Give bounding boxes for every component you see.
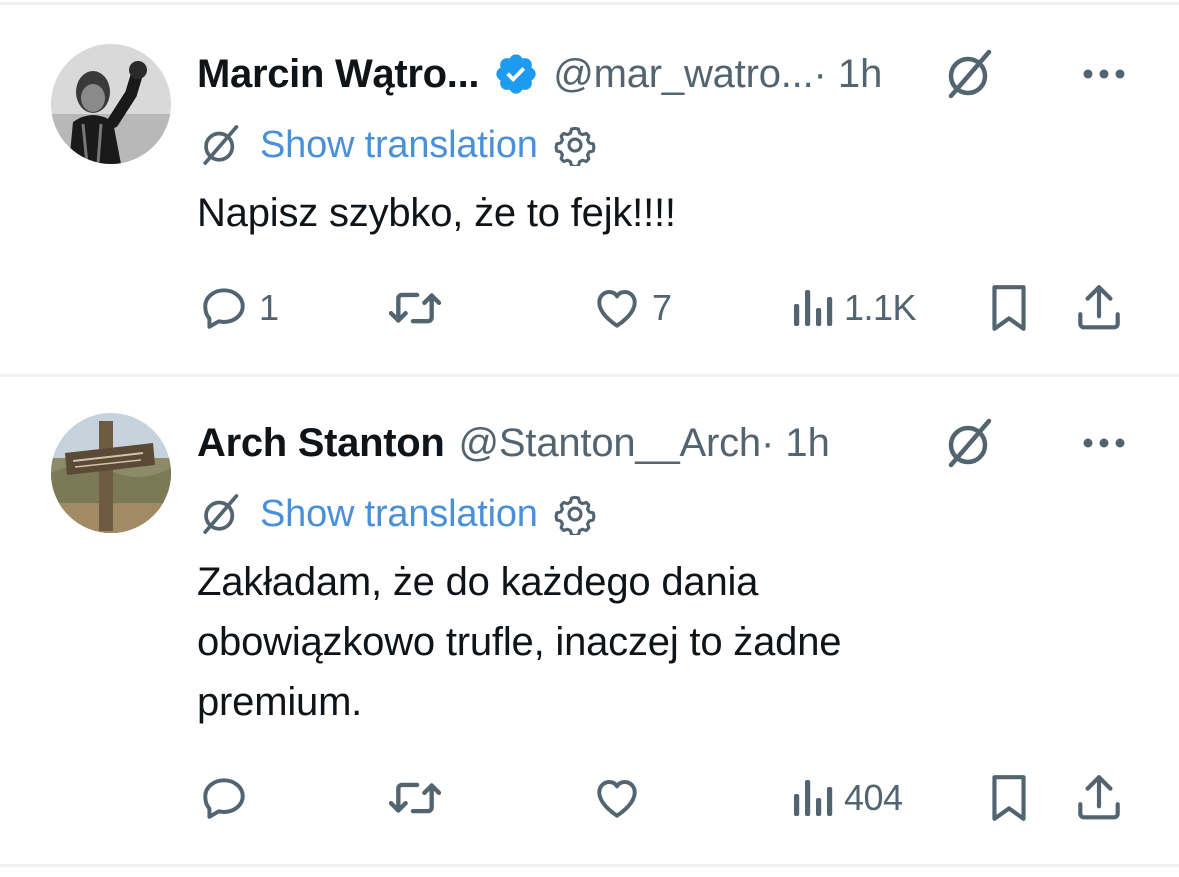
tweet-header: Marcin Wątro... @mar_watro... · 1h (197, 44, 1127, 104)
author-name[interactable]: Arch Stanton (197, 413, 445, 473)
retweet-icon (388, 292, 442, 324)
verified-badge-icon (496, 54, 536, 94)
views-button[interactable]: 404 (790, 768, 903, 828)
bookmark-button[interactable] (984, 278, 1034, 338)
more-icon[interactable] (1081, 433, 1127, 453)
show-translation-link[interactable]: Show translation (260, 493, 538, 536)
bookmark-icon (992, 285, 1026, 331)
retweet-icon (388, 782, 442, 814)
grok-icon[interactable] (941, 46, 997, 102)
share-button[interactable] (1074, 278, 1124, 338)
heart-icon (597, 289, 637, 328)
tweet[interactable]: Arch Stanton @Stanton__Arch · 1h Show tr… (0, 377, 1179, 867)
like-button[interactable]: 7 (592, 278, 672, 338)
action-bar: 404 (0, 768, 1179, 828)
share-icon (1078, 775, 1120, 820)
views-count: 404 (844, 777, 903, 818)
more-icon[interactable] (1081, 64, 1127, 84)
action-bar: 1 7 1.1K (0, 278, 1179, 338)
tweet-text: Zakładam, że do każdego dania obowiązkow… (197, 560, 842, 724)
timestamp[interactable]: · 1h (761, 413, 830, 473)
avatar-photo (51, 44, 171, 164)
translation-row: Show translation (197, 489, 596, 539)
bottom-divider (0, 864, 1179, 867)
bookmark-icon (992, 775, 1026, 821)
retweet-button[interactable] (385, 278, 445, 338)
translation-row: Show translation (197, 120, 596, 170)
views-button[interactable]: 1.1K (790, 278, 917, 338)
tweet-header: Arch Stanton @Stanton__Arch · 1h (197, 413, 1127, 473)
grok-icon[interactable] (941, 415, 997, 471)
show-translation-link[interactable]: Show translation (260, 124, 538, 167)
avatar[interactable] (51, 44, 171, 164)
retweet-button[interactable] (385, 768, 445, 828)
reply-button[interactable] (199, 768, 259, 828)
share-button[interactable] (1074, 768, 1124, 828)
views-icon (794, 780, 833, 816)
grok-translate-icon (203, 125, 239, 165)
reply-icon (203, 288, 245, 329)
tweet[interactable]: Marcin Wątro... @mar_watro... · 1h Show … (0, 0, 1179, 375)
reply-icon (203, 778, 245, 819)
gear-icon[interactable] (554, 124, 596, 166)
grok-translate-icon (203, 494, 239, 534)
share-icon (1078, 285, 1120, 330)
gear-icon[interactable] (554, 493, 596, 535)
views-count: 1.1K (844, 287, 917, 328)
reply-count: 1 (259, 287, 279, 328)
author-handle[interactable]: @mar_watro... (553, 44, 813, 104)
bookmark-button[interactable] (984, 768, 1034, 828)
avatar-photo (51, 413, 171, 533)
heart-icon (597, 779, 637, 818)
timestamp[interactable]: · 1h (814, 44, 883, 104)
tweet-text: Napisz szybko, że to fejk!!!! (197, 191, 676, 235)
like-count: 7 (652, 287, 672, 328)
like-button[interactable] (592, 768, 652, 828)
reply-button[interactable]: 1 (199, 278, 279, 338)
views-icon (794, 290, 833, 326)
author-name[interactable]: Marcin Wątro... (197, 44, 480, 104)
avatar[interactable] (51, 413, 171, 533)
author-handle[interactable]: @Stanton__Arch (459, 413, 762, 473)
